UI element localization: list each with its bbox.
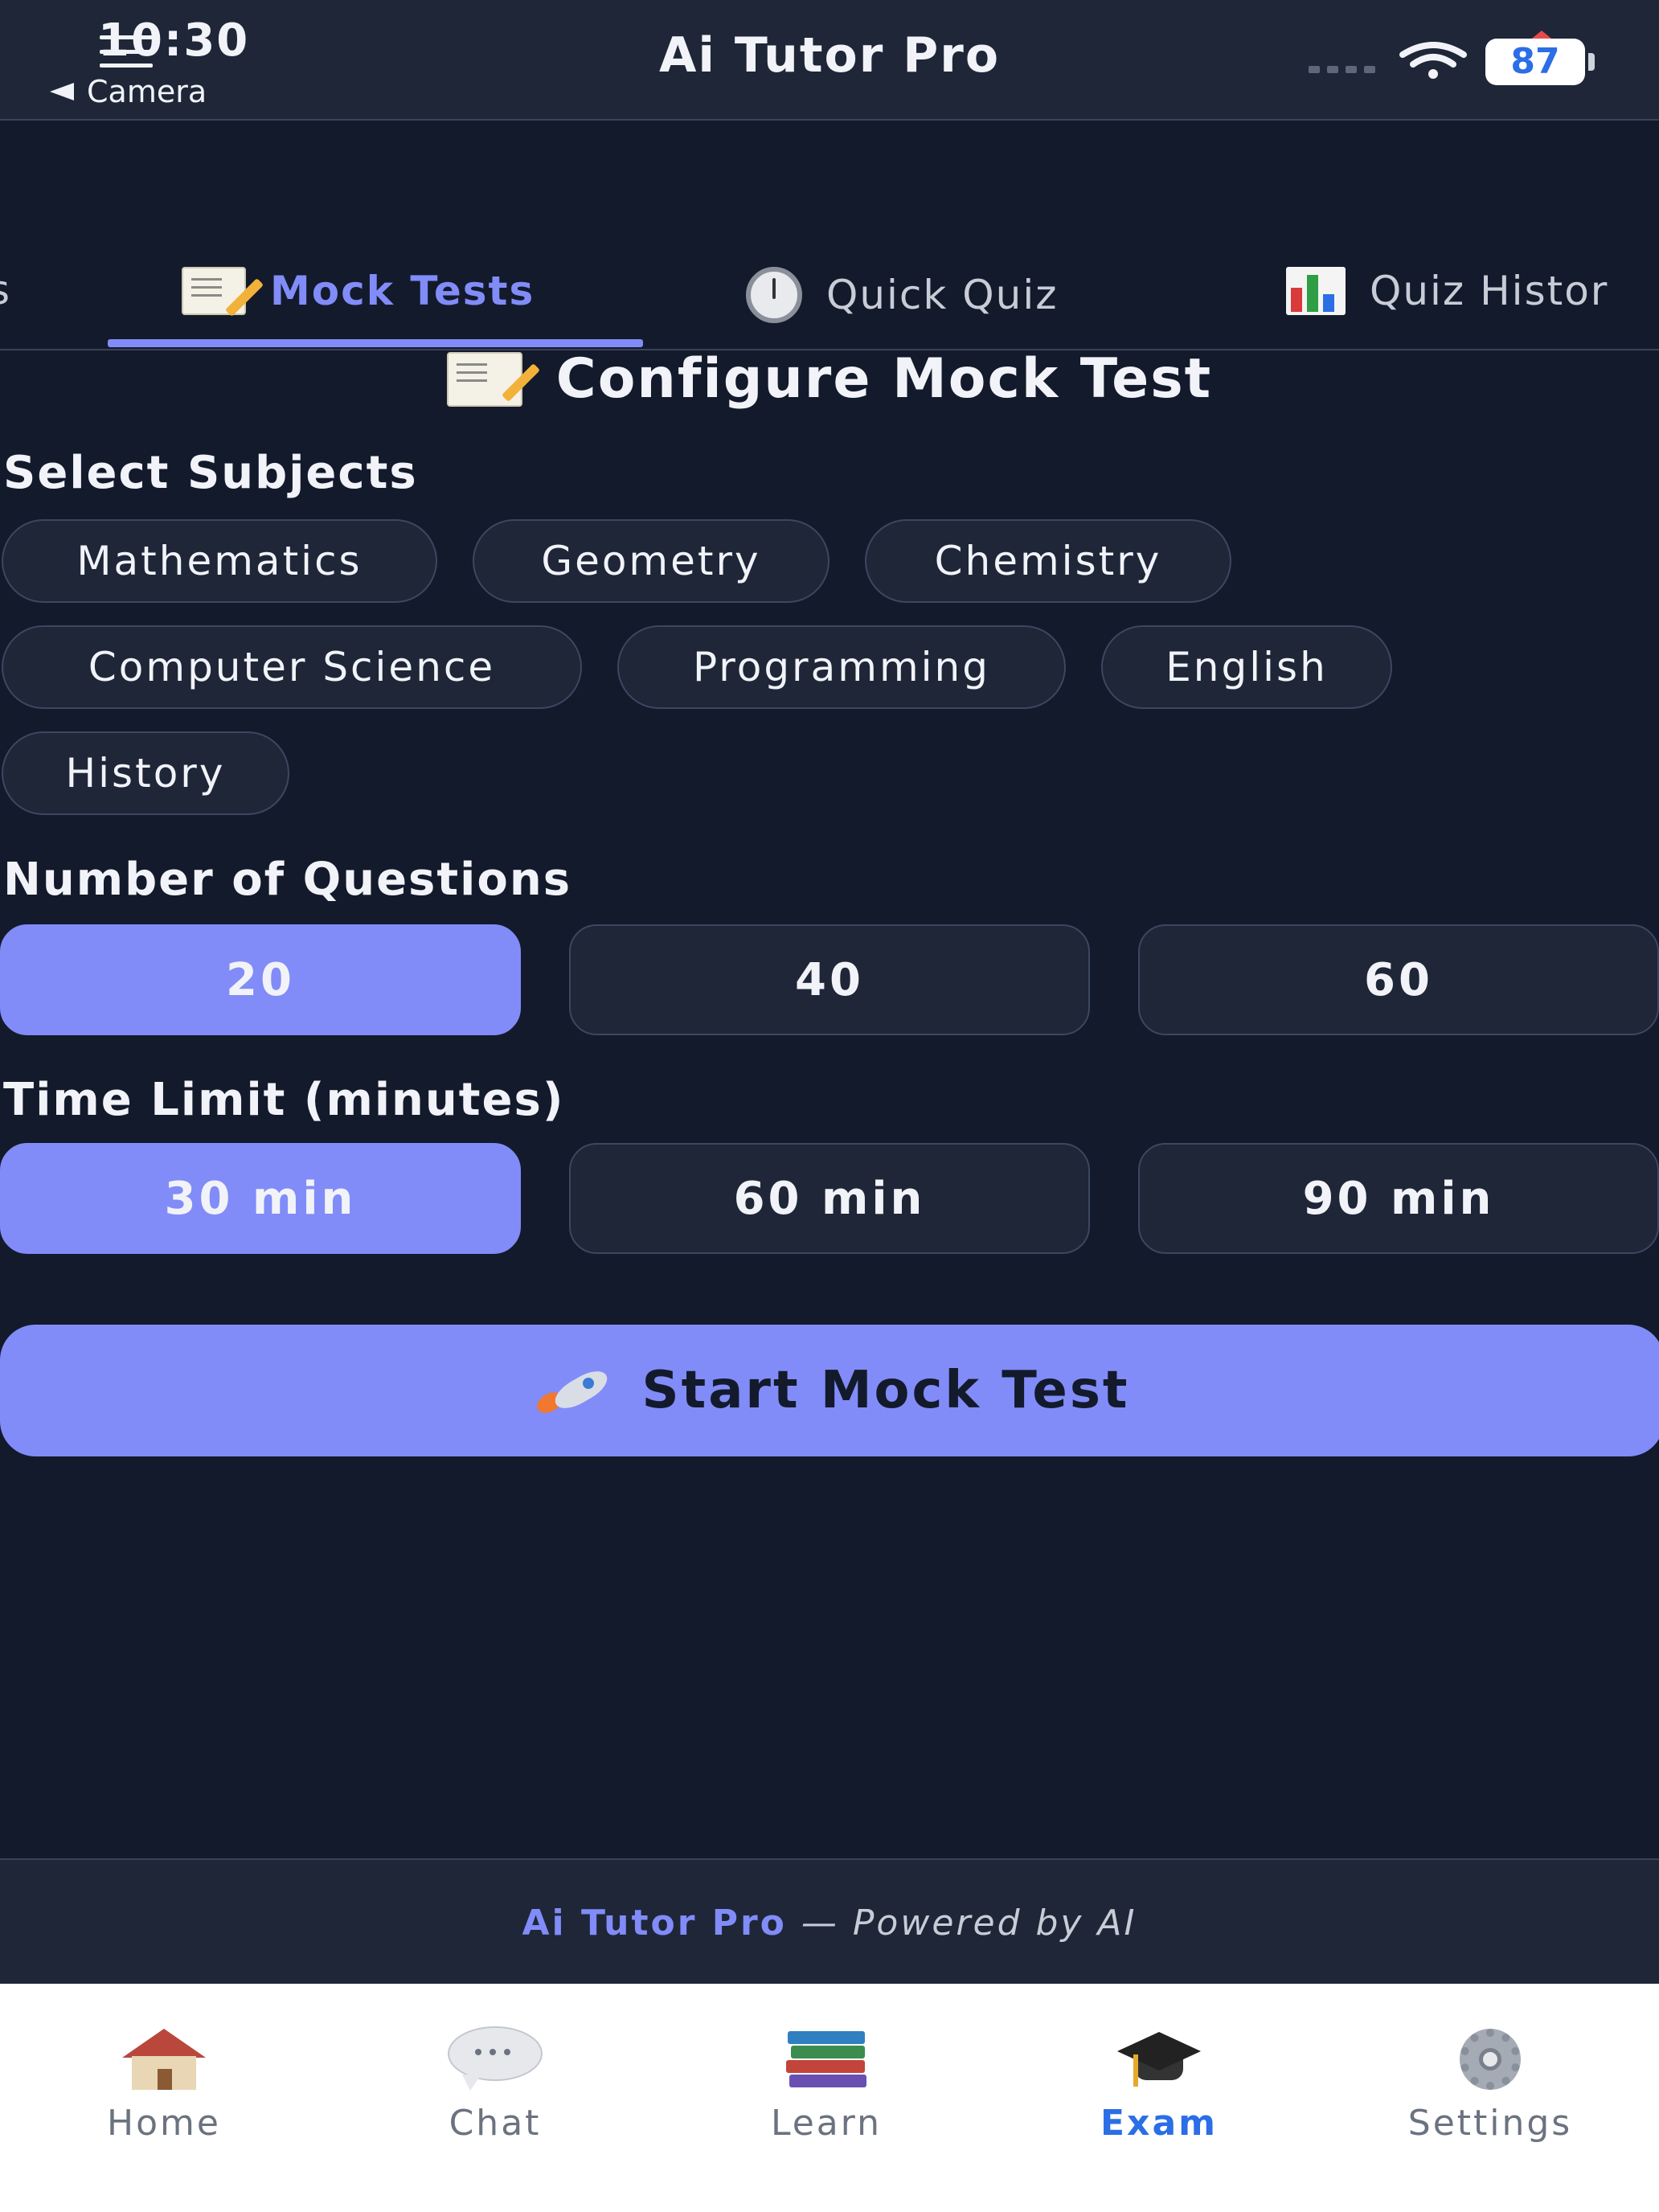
subject-chip-english[interactable]: English [1101, 625, 1392, 709]
questions-label: Number of Questions [3, 854, 572, 906]
tab-label: Quiz Histor [1370, 268, 1609, 314]
footer-powered-by: — Powered by AI [801, 1902, 1137, 1944]
wifi-icon [1399, 42, 1467, 79]
time-option-60[interactable]: 60 min [569, 1143, 1090, 1254]
graduation-cap-icon [1112, 2027, 1206, 2091]
cellular-signal-icon [1309, 66, 1375, 73]
nav-chat[interactable]: Chat [367, 2026, 624, 2144]
memo-icon [182, 267, 246, 315]
tab-previous[interactable]: s [0, 267, 11, 313]
exam-tabs: s Mock Tests Quick Quiz Quiz Histor [0, 238, 1659, 350]
start-button-label: Start Mock Test [641, 1361, 1130, 1420]
memo-icon [446, 351, 522, 407]
tab-label: s [0, 267, 11, 313]
stopwatch-icon [746, 267, 802, 323]
house-icon [122, 2029, 206, 2090]
nav-settings[interactable]: Settings [1362, 2026, 1619, 2144]
status-bar: 10:30 Camera Ai Tutor Pro 87 [0, 0, 1659, 121]
start-mock-test-button[interactable]: Start Mock Test [0, 1325, 1659, 1456]
tab-quiz-history[interactable]: Quiz Histor [1286, 267, 1608, 315]
back-arrow-icon [50, 83, 74, 100]
tab-label: Mock Tests [270, 268, 535, 314]
gear-icon [1450, 2026, 1530, 2093]
nav-label: Learn [771, 2103, 882, 2144]
time-option-30[interactable]: 30 min [0, 1143, 521, 1254]
nav-label: Chat [449, 2103, 542, 2144]
nav-label: Home [107, 2103, 221, 2144]
battery-indicator: 87 [1485, 39, 1585, 85]
questions-option-40[interactable]: 40 [569, 924, 1090, 1035]
tab-mock-tests[interactable]: Mock Tests [182, 267, 535, 315]
nav-label: Exam [1100, 2103, 1218, 2144]
books-icon [784, 2028, 868, 2091]
nav-home[interactable]: Home [35, 2026, 293, 2144]
active-tab-indicator [108, 339, 643, 347]
rocket-icon [533, 1365, 612, 1418]
subject-chip-geometry[interactable]: Geometry [473, 519, 830, 603]
configure-heading: Configure Mock Test [0, 347, 1659, 411]
nav-exam[interactable]: Exam [1030, 2026, 1288, 2144]
nav-learn[interactable]: Learn [698, 2026, 955, 2144]
footer-brand: Ai Tutor Pro [522, 1902, 787, 1944]
chat-bubble-icon [448, 2026, 543, 2092]
time-limit-label: Time Limit (minutes) [3, 1074, 565, 1126]
footer: Ai Tutor Pro — Powered by AI [0, 1858, 1659, 1985]
bottom-nav: Home Chat Learn Exam Settings [0, 1984, 1659, 2212]
page-title: Configure Mock Test [555, 347, 1213, 411]
subject-chip-mathematics[interactable]: Mathematics [2, 519, 437, 603]
subject-chip-programming[interactable]: Programming [617, 625, 1066, 709]
nav-label: Settings [1407, 2103, 1573, 2144]
battery-tip [1588, 53, 1595, 71]
questions-option-60[interactable]: 60 [1138, 924, 1659, 1035]
bar-chart-icon [1286, 267, 1346, 315]
subject-chip-history[interactable]: History [2, 731, 289, 815]
subject-chip-chemistry[interactable]: Chemistry [865, 519, 1231, 603]
tab-quick-quiz[interactable]: Quick Quiz [746, 267, 1058, 323]
tab-label: Quick Quiz [826, 272, 1059, 318]
subject-chip-computer-science[interactable]: Computer Science [2, 625, 582, 709]
questions-option-20[interactable]: 20 [0, 924, 521, 1035]
time-option-90[interactable]: 90 min [1138, 1143, 1659, 1254]
subjects-label: Select Subjects [3, 447, 418, 499]
